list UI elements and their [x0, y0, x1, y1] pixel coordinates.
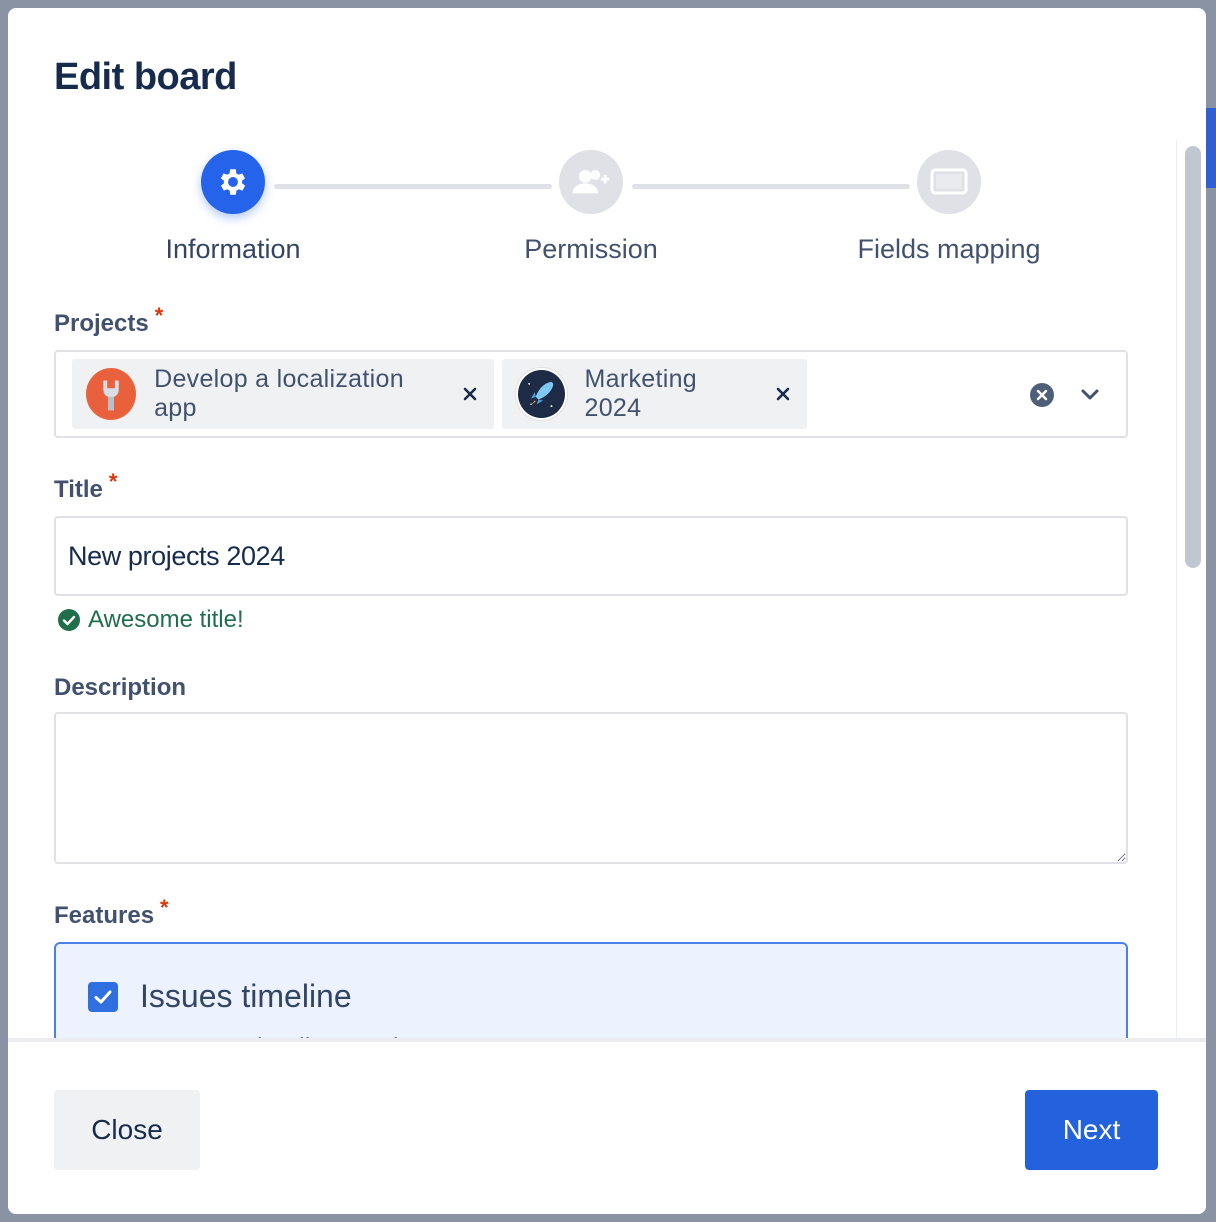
features-label: Features * — [54, 895, 169, 930]
rocket-icon — [516, 368, 567, 420]
add-user-icon — [572, 169, 610, 194]
projects-select[interactable]: Develop a localization app Marketing 202… — [54, 350, 1128, 438]
feature-title: Issues timeline — [140, 978, 352, 1014]
modal-body: Information Permission Fields mapping Pr… — [8, 138, 1178, 1040]
gear-icon — [220, 169, 246, 195]
modal-footer: Close Next — [8, 1038, 1206, 1214]
project-chip-localization: Develop a localization app — [72, 359, 494, 429]
remove-chip-icon[interactable] — [461, 384, 480, 404]
project-chip-label: Marketing 2024 — [584, 365, 697, 422]
projects-label: Projects * — [54, 303, 163, 338]
description-textarea[interactable] — [54, 712, 1128, 864]
step-label-fields-mapping: Fields mapping — [857, 234, 1041, 264]
title-label-text: Title — [54, 476, 103, 503]
clear-selection-icon[interactable] — [1030, 383, 1054, 412]
edit-board-modal: Edit board Information Permission Fields… — [8, 8, 1206, 1214]
required-mark: * — [154, 303, 164, 328]
wrench-icon — [86, 368, 137, 420]
required-mark: * — [108, 469, 118, 494]
title-label: Title * — [54, 469, 117, 504]
project-chip-marketing: Marketing 2024 — [502, 359, 807, 429]
project-chip-label: Develop a localization app — [154, 365, 404, 422]
description-label: Description — [54, 674, 187, 701]
check-circle-icon — [58, 609, 80, 631]
chevron-down-icon[interactable] — [1080, 386, 1100, 407]
scrollbar[interactable] — [1176, 140, 1206, 1040]
step-permission[interactable] — [559, 150, 623, 214]
required-mark: * — [160, 895, 169, 920]
step-information[interactable] — [201, 150, 265, 214]
step-connector — [632, 184, 910, 189]
checkmark-icon — [94, 990, 112, 1004]
feature-checkbox[interactable] — [88, 982, 118, 1012]
remove-chip-icon[interactable] — [774, 384, 793, 404]
monitor-icon — [930, 168, 968, 195]
title-helper-text: Awesome title! — [88, 606, 244, 633]
stepper: Information Permission Fields mapping — [8, 144, 1178, 274]
step-fields-mapping[interactable] — [917, 150, 981, 214]
feature-option-issues-timeline[interactable]: Issues timeline Features timeline roadma… — [54, 942, 1128, 1040]
close-button[interactable]: Close — [54, 1090, 200, 1170]
step-connector — [274, 184, 552, 189]
title-input[interactable] — [54, 516, 1128, 596]
next-button[interactable]: Next — [1025, 1090, 1158, 1170]
scrollbar-thumb[interactable] — [1185, 146, 1201, 568]
projects-label-text: Projects — [54, 310, 149, 337]
modal-title: Edit board — [54, 56, 237, 98]
features-label-text: Features — [54, 902, 155, 929]
step-label-permission: Permission — [524, 234, 658, 264]
title-helper: Awesome title! — [58, 606, 244, 634]
step-label-information: Information — [165, 234, 301, 264]
